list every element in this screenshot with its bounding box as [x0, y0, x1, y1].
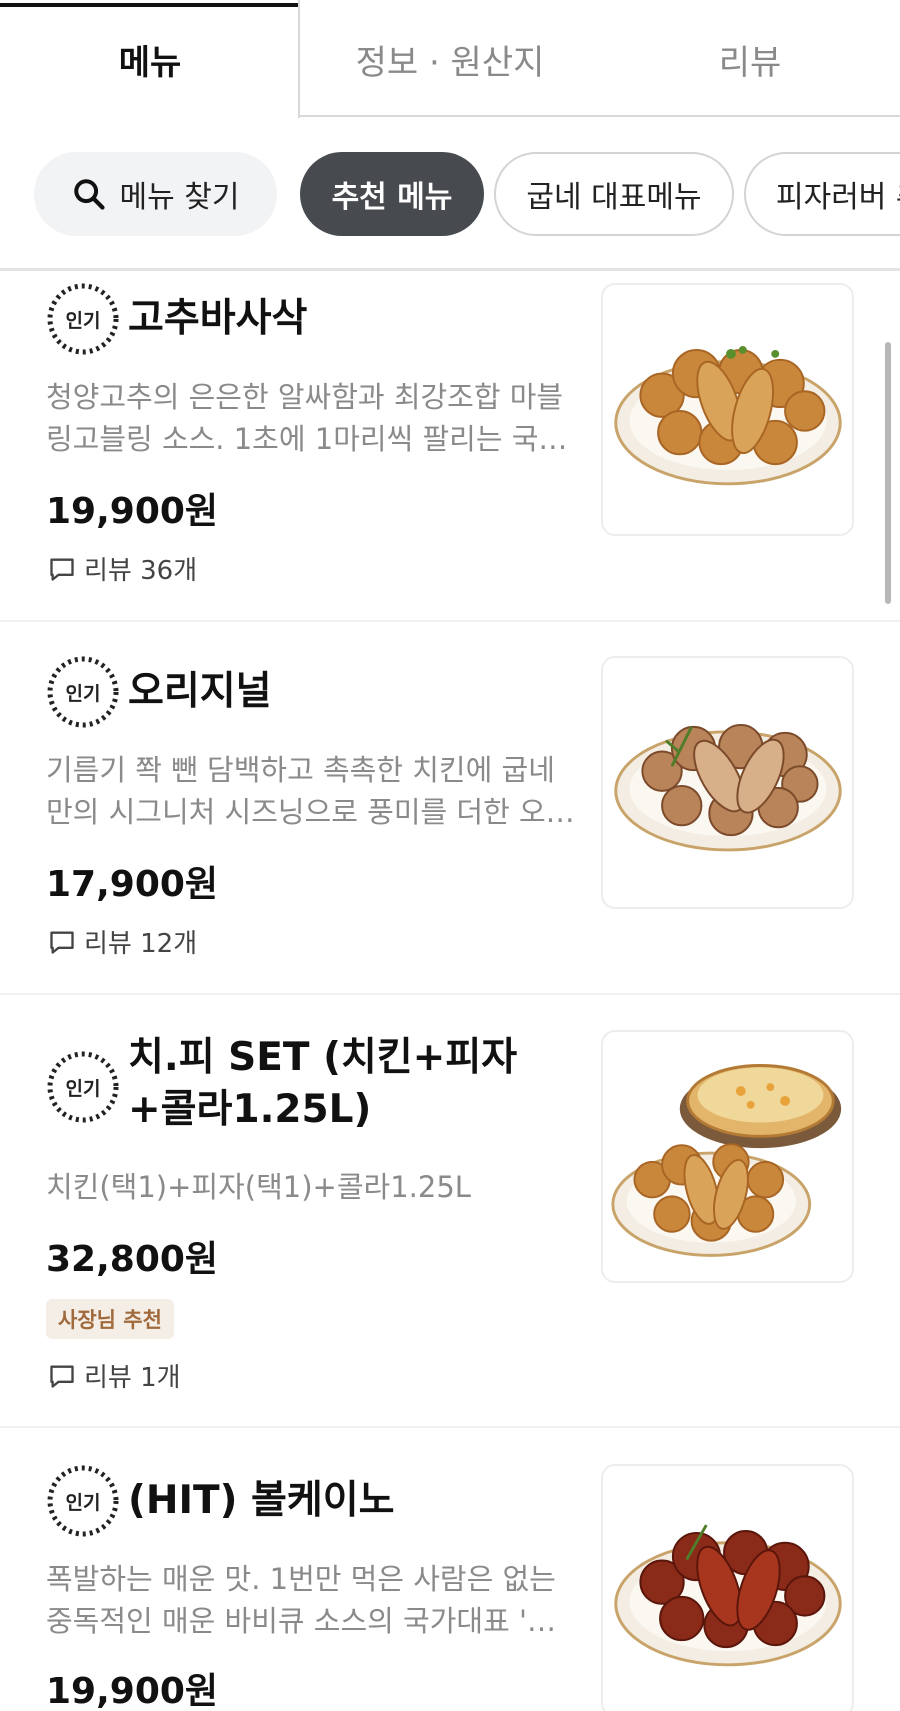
section-divider	[0, 268, 900, 271]
menu-search-button[interactable]: 메뉴 찾기	[34, 152, 277, 236]
popular-badge-label: 인기	[65, 1491, 101, 1514]
popular-badge-label: 인기	[65, 1077, 101, 1100]
menu-item-description: 폭발하는 매운 맛. 1번만 먹은 사람은 없는 중독적인 매운 바비큐 소스의…	[46, 1562, 556, 1638]
menu-item-image[interactable]	[601, 283, 854, 536]
tab-reviews[interactable]: 리뷰	[600, 0, 900, 118]
menu-item-review[interactable]: 리뷰 1개	[48, 1357, 181, 1394]
fried-chicken-image	[614, 346, 842, 486]
spicy-chicken-image	[614, 1524, 842, 1667]
menu-item-price: 17,900원	[46, 864, 219, 905]
item-divider	[0, 993, 900, 995]
tab-divider	[300, 115, 900, 117]
tab-divider	[298, 0, 300, 118]
item-divider	[0, 1426, 900, 1428]
menu-item-name: 치.피 SET (치킨+피자+콜라1.25L)	[128, 1035, 518, 1132]
chip-pizza-lover[interactable]: 피자러버 추	[744, 152, 900, 236]
menu-item-price: 32,800원	[46, 1239, 219, 1280]
comment-icon	[50, 1365, 74, 1388]
popular-badge-label: 인기	[65, 309, 101, 332]
menu-item-name: 오리지널	[128, 669, 272, 714]
owner-recommended-badge: 사장님 추천	[46, 1299, 174, 1339]
popular-badge: 인기	[46, 655, 120, 729]
review-count: 리뷰 1개	[84, 1363, 181, 1393]
menu-item-review[interactable]: 리뷰 36개	[48, 550, 197, 587]
chip-signature[interactable]: 굽네 대표메뉴	[494, 152, 734, 236]
review-count: 리뷰 36개	[84, 556, 198, 586]
comment-icon	[50, 931, 74, 954]
popular-badge: 인기	[46, 1050, 120, 1124]
menu-item-description: 청양고추의 은은한 알싸함과 최강조합 마블링고블링 소스. 1초에 1마리씩 …	[46, 380, 568, 456]
item-divider	[0, 620, 900, 622]
menu-item-name: 고추바사삭	[128, 296, 308, 341]
scrollbar[interactable]	[885, 342, 891, 604]
menu-item-description: 치킨(택1)+피자(택1)+콜라1.25L	[46, 1170, 471, 1204]
menu-item-price: 19,900원	[46, 1671, 219, 1711]
popular-badge-label: 인기	[65, 682, 101, 705]
menu-item-image[interactable]	[601, 656, 854, 909]
popular-badge: 인기	[46, 282, 120, 356]
menu-item-image[interactable]	[601, 1030, 854, 1283]
tab-info-origin[interactable]: 정보 · 원산지	[300, 0, 600, 118]
menu-search-label: 메뉴 찾기	[119, 180, 240, 215]
menu-item-review[interactable]: 리뷰 12개	[48, 923, 197, 960]
tab-menu[interactable]: 메뉴	[0, 0, 300, 118]
menu-item-price: 19,900원	[46, 491, 219, 532]
comment-icon	[50, 558, 74, 581]
menu-item-image[interactable]	[601, 1464, 854, 1711]
search-icon	[73, 179, 105, 210]
roasted-chicken-image	[614, 723, 842, 852]
category-chips: 메뉴 찾기 추천 메뉴 굽네 대표메뉴 피자러버 추	[0, 152, 900, 238]
tab-bar: 메뉴 정보 · 원산지 리뷰	[0, 0, 900, 118]
chip-recommended[interactable]: 추천 메뉴	[300, 152, 484, 236]
review-count: 리뷰 12개	[84, 929, 198, 959]
chicken-pizza-set-image	[611, 1063, 842, 1257]
popular-badge: 인기	[46, 1464, 120, 1538]
menu-item-name: (HIT) 볼케이노	[128, 1478, 395, 1523]
menu-item-description: 기름기 쫙 뺀 담백하고 촉촉한 치킨에 굽네만의 시그니처 시즈닝으로 풍미를…	[46, 753, 575, 829]
